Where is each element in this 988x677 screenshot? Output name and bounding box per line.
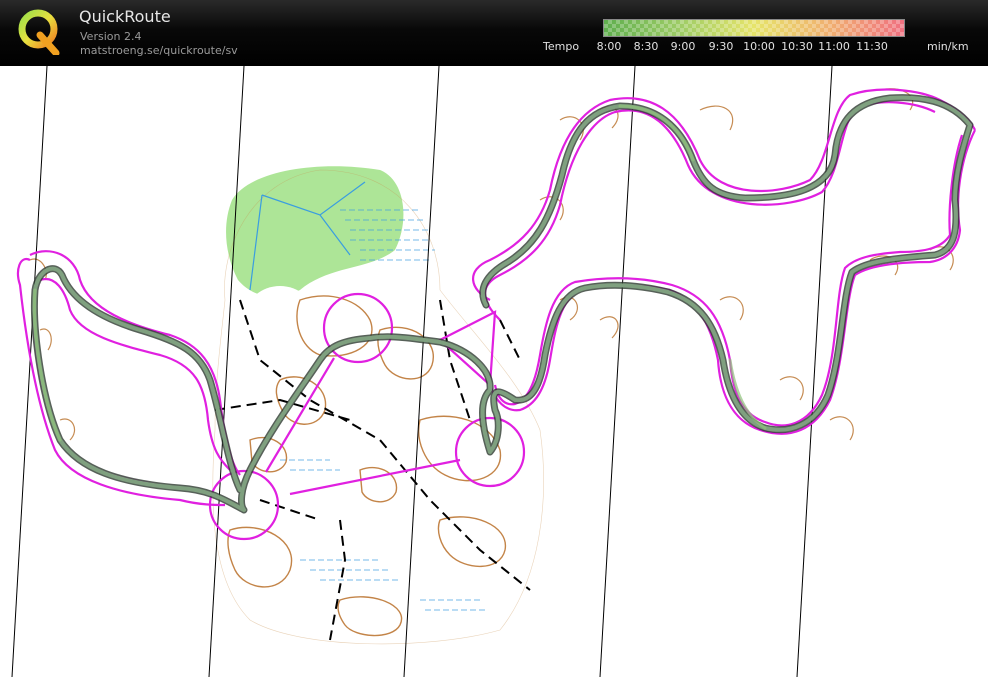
app-url[interactable]: matstroeng.se/quickroute/sv <box>80 44 238 57</box>
tempo-tick-label: 9:00 <box>670 40 696 53</box>
tempo-tick-label: 11:00 <box>818 40 850 53</box>
orienteering-map[interactable] <box>0 66 988 677</box>
map-background <box>0 66 988 677</box>
tempo-color-scale <box>603 19 905 37</box>
tempo-tick-label: 10:00 <box>743 40 775 53</box>
tempo-tick-label: 11:30 <box>856 40 888 53</box>
tempo-color-checker-pattern <box>604 20 904 36</box>
tempo-tick-label: 8:30 <box>633 40 659 53</box>
tempo-label: Tempo <box>543 40 580 53</box>
open-land-clearing <box>246 286 314 346</box>
app-header: QuickRoute Version 2.4 matstroeng.se/qui… <box>0 0 988 66</box>
app-version: Version 2.4 <box>80 30 142 43</box>
quickroute-logo-icon <box>18 9 60 55</box>
app-title: QuickRoute <box>79 7 171 26</box>
tempo-tick-label: 9:30 <box>708 40 734 53</box>
tempo-tick-label: 8:00 <box>596 40 622 53</box>
tempo-unit-label: min/km <box>927 40 969 53</box>
tempo-tick-label: 10:30 <box>781 40 813 53</box>
